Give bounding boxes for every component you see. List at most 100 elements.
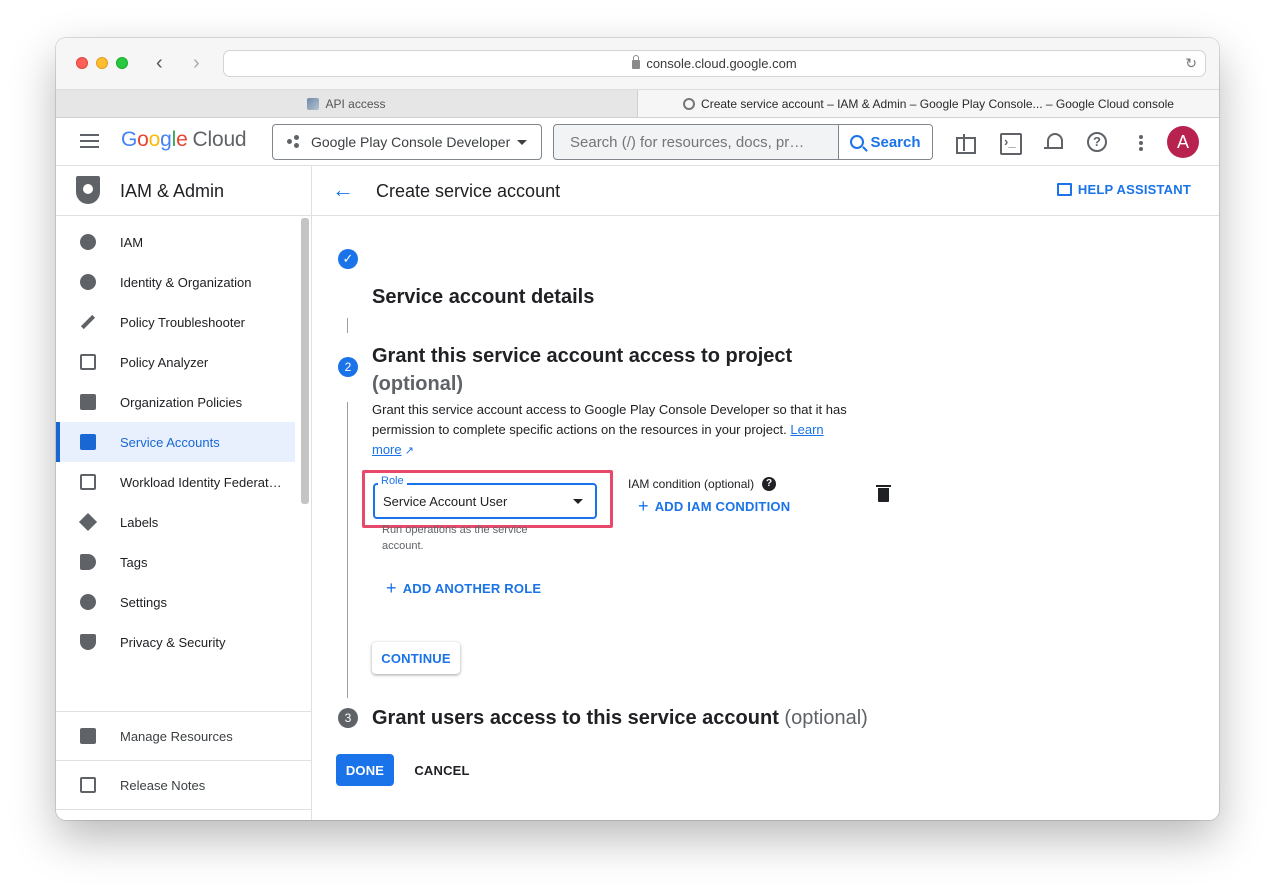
add-another-role-label: ADD ANOTHER ROLE <box>402 581 542 596</box>
sidebar-item-label: Labels <box>120 514 159 530</box>
sidebar-item-label: Settings <box>120 594 167 610</box>
sidebar-item-label: Workload Identity Federat… <box>120 474 282 490</box>
sidebar-item-manage-resources[interactable]: Manage Resources <box>56 716 311 756</box>
release-notes-icon <box>80 777 96 793</box>
iam-shield-icon <box>76 176 100 204</box>
browser-tab-create-service-account[interactable]: Create service account – IAM & Admin – G… <box>637 90 1219 117</box>
more-options-icon[interactable] <box>1129 130 1153 154</box>
step3-title-text: Grant users access to this service accou… <box>372 707 779 729</box>
tag-icon <box>80 554 96 570</box>
add-iam-condition-button[interactable]: + ADD IAM CONDITION <box>638 497 791 515</box>
console-header: Google Cloud Google Play Console Develope… <box>56 118 1219 166</box>
sidebar-item-policy-analyzer[interactable]: Policy Analyzer <box>56 342 295 382</box>
minimize-window-button[interactable] <box>96 57 108 69</box>
search-button[interactable]: Search <box>838 125 932 159</box>
sidebar-item-organization-policies[interactable]: Organization Policies <box>56 382 295 422</box>
sidebar-item-label: Organization Policies <box>120 394 243 410</box>
zoom-window-button[interactable] <box>116 57 128 69</box>
search-box: Search <box>553 124 933 160</box>
sidebar-item-tags[interactable]: Tags <box>56 542 295 582</box>
menu-icon[interactable] <box>80 134 99 152</box>
back-icon[interactable]: ‹ <box>156 52 163 74</box>
sidebar-item-label: IAM <box>120 234 144 250</box>
step1-title[interactable]: Service account details <box>372 286 594 309</box>
sidebar-item-label: Tags <box>120 554 148 570</box>
project-selector[interactable]: Google Play Console Developer <box>272 124 542 160</box>
project-icon <box>287 135 301 149</box>
sidebar-item-label: Service Accounts <box>120 434 220 450</box>
policy-analyzer-icon <box>80 354 96 370</box>
sidebar-item-release-notes[interactable]: Release Notes <box>56 765 311 805</box>
sidebar-item-service-accounts[interactable]: Service Accounts <box>56 422 295 462</box>
help-icon[interactable] <box>1085 130 1109 154</box>
project-name: Google Play Console Developer <box>311 134 511 150</box>
forward-icon[interactable]: › <box>193 52 200 74</box>
stepper-line <box>347 402 348 698</box>
sidebar-item-identity-organization[interactable]: Identity & Organization <box>56 262 295 302</box>
search-input[interactable] <box>554 125 838 159</box>
lock-icon <box>632 55 641 69</box>
sidebar-item-label: Policy Analyzer <box>120 354 209 370</box>
sidebar-divider <box>56 760 311 761</box>
cloud-shell-icon[interactable]: ›_ <box>997 130 1022 155</box>
tab-label: Create service account – IAM & Admin – G… <box>701 96 1174 111</box>
avatar[interactable]: A <box>1167 126 1199 158</box>
sidebar-scrollbar[interactable] <box>301 218 309 504</box>
cancel-button[interactable]: CANCEL <box>408 754 476 786</box>
external-link-icon: ↗ <box>401 445 414 457</box>
step-complete-check-icon: ✓ <box>338 249 358 269</box>
sidebar-item-settings[interactable]: Settings <box>56 582 295 622</box>
stepper-line <box>347 318 348 333</box>
browser-titlebar: ‹ › console.cloud.google.com ↻ <box>56 38 1219 90</box>
close-window-button[interactable] <box>76 57 88 69</box>
document-icon <box>80 394 96 410</box>
search-button-label: Search <box>870 133 921 151</box>
iam-condition-text: IAM condition (optional) <box>628 477 755 491</box>
gift-icon[interactable] <box>953 130 977 154</box>
sidebar-item-label: Privacy & Security <box>120 634 226 650</box>
page-header: ← Create service account HELP ASSISTANT <box>312 166 1219 216</box>
role-select[interactable]: Service Account User <box>373 483 597 519</box>
done-button[interactable]: DONE <box>336 754 394 786</box>
browser-tab-api-access[interactable]: API access <box>56 90 637 117</box>
plus-icon: + <box>386 578 397 598</box>
sidebar-title: IAM & Admin <box>120 181 225 201</box>
chat-icon <box>1056 183 1072 196</box>
step2-description: Grant this service account access to Goo… <box>372 400 852 461</box>
step2-optional: (optional) <box>372 373 464 395</box>
back-arrow-icon[interactable]: ← <box>332 177 354 203</box>
chevron-down-icon <box>517 140 527 145</box>
role-value: Service Account User <box>383 493 508 509</box>
notifications-icon[interactable] <box>1041 130 1065 154</box>
account-circle-icon <box>80 274 96 290</box>
step3-optional: (optional) <box>784 707 868 729</box>
step2-number: 2 <box>338 357 358 377</box>
step2-title: Grant this service account access to pro… <box>372 342 792 398</box>
delete-icon[interactable] <box>876 485 891 502</box>
step2-title-text: Grant this service account access to pro… <box>372 345 793 367</box>
page-title: Create service account <box>376 181 561 201</box>
sidebar-item-privacy-security[interactable]: Privacy & Security <box>56 622 295 662</box>
cloud-console-icon <box>683 97 696 110</box>
add-another-role-button[interactable]: + ADD ANOTHER ROLE <box>386 578 542 598</box>
step3-title[interactable]: Grant users access to this service accou… <box>372 707 868 730</box>
search-icon <box>850 135 865 149</box>
sidebar-item-label: Manage Resources <box>120 728 233 744</box>
reload-icon[interactable]: ↻ <box>1185 55 1197 72</box>
label-icon <box>78 512 98 532</box>
sidebar-item-labels[interactable]: Labels <box>56 502 295 542</box>
sidebar-item-iam[interactable]: IAM <box>56 222 295 262</box>
help-assistant-label: HELP ASSISTANT <box>1077 182 1191 197</box>
address-bar[interactable]: console.cloud.google.com ↻ <box>223 50 1206 77</box>
help-assistant-button[interactable]: HELP ASSISTANT <box>1056 182 1191 197</box>
url-text: console.cloud.google.com <box>646 56 797 71</box>
play-console-icon <box>307 97 320 110</box>
sidebar-item-workload-identity-federation[interactable]: Workload Identity Federat… <box>56 462 295 502</box>
person-add-icon <box>80 234 96 250</box>
help-circle-icon[interactable]: ? <box>762 477 777 491</box>
sidebar-item-policy-troubleshooter[interactable]: Policy Troubleshooter <box>56 302 295 342</box>
google-cloud-logo[interactable]: Google Cloud <box>121 128 247 152</box>
add-iam-condition-label: ADD IAM CONDITION <box>654 499 791 514</box>
continue-button[interactable]: CONTINUE <box>372 642 460 674</box>
id-card-icon <box>80 474 96 490</box>
